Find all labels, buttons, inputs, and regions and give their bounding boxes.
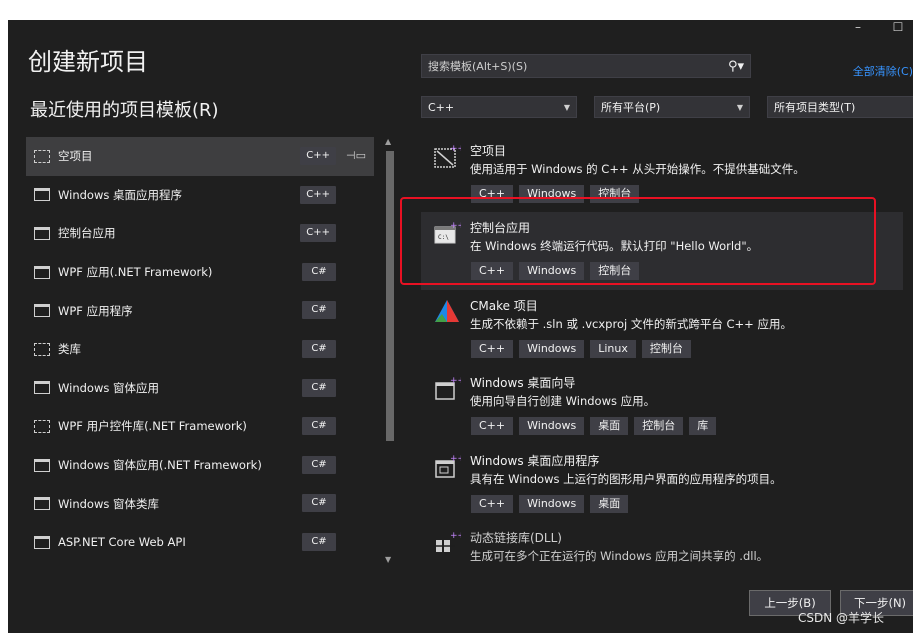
template-item[interactable]: ++ Windows 桌面向导 使用向导自行创建 Windows 应用。 C++… [421, 367, 903, 444]
language-badge: C# [302, 301, 336, 320]
dll-icon: ++ [434, 531, 461, 552]
chevron-down-icon: ▼ [563, 102, 570, 112]
clear-all-link[interactable]: 全部清除(C) [853, 63, 913, 79]
project-type-filter[interactable]: 所有项目类型(T) [767, 96, 913, 118]
pin-icon[interactable]: ⊣▭ [346, 149, 366, 162]
list-item[interactable]: 控制台应用 C++ [26, 214, 374, 253]
tag: 桌面 [590, 494, 629, 513]
tag: C++ [471, 494, 514, 513]
wpf-app-icon [34, 304, 50, 318]
scroll-up-icon[interactable]: ▲ [385, 137, 391, 146]
watermark: CSDN @羊学长 [798, 611, 885, 625]
class-library-icon [34, 342, 50, 356]
windows-forms-library-icon [34, 497, 50, 511]
search-placeholder: 搜索模板(Alt+S)(S) [428, 60, 528, 73]
highlight-annotation [400, 197, 876, 285]
platform-filter[interactable]: 所有平台(P) ▼ [594, 96, 750, 118]
cmake-icon [435, 299, 459, 322]
scrollbar-thumb[interactable] [386, 151, 394, 441]
template-item[interactable]: ++ Windows 桌面应用程序 具有在 Windows 上运行的图形用户界面… [421, 445, 903, 522]
language-badge: C# [302, 494, 336, 513]
list-item[interactable]: 类库 C# [26, 330, 374, 369]
language-badge: C# [302, 417, 336, 436]
list-item[interactable]: Windows 窗体应用 C# [26, 369, 374, 408]
language-badge: C++ [300, 224, 336, 243]
tag-list: C++ Windows 桌面 控制台 库 [471, 417, 717, 436]
windows-desktop-icon [34, 188, 50, 202]
tag: 控制台 [641, 339, 691, 358]
search-input[interactable]: 搜索模板(Alt+S)(S) ⚲▾ [421, 54, 751, 78]
web-api-icon [34, 535, 50, 549]
svg-text:++: ++ [450, 454, 461, 464]
tag: 库 [689, 417, 717, 436]
empty-project-icon: ++ [434, 144, 461, 168]
windows-forms-icon [34, 458, 50, 472]
tag: C++ [471, 417, 514, 436]
tag-list: C++ Windows Linux 控制台 [471, 339, 691, 358]
svg-text:++: ++ [450, 531, 461, 541]
language-badge: C# [302, 532, 336, 551]
page-title: 创建新项目 [28, 48, 148, 76]
windows-desktop-icon: ++ [435, 454, 461, 478]
language-badge: C# [302, 339, 336, 358]
svg-text:++: ++ [450, 376, 461, 386]
windows-forms-icon [34, 381, 50, 395]
create-project-window: – ☐ 创建新项目 最近使用的项目模板(R) 搜索模板(Alt+S)(S) ⚲▾… [8, 20, 913, 633]
list-item[interactable]: Windows 窗体类库 C# [26, 484, 374, 523]
tag-list: C++ Windows 桌面 [471, 494, 629, 513]
language-badge: C# [302, 262, 336, 281]
list-item[interactable]: ASP.NET Core Web API C# [26, 523, 374, 562]
list-item[interactable]: Windows 桌面应用程序 C++ [26, 176, 374, 215]
template-item[interactable]: CMake 项目 生成不依赖于 .sln 或 .vcxproj 文件的新式跨平台… [421, 290, 903, 367]
list-item[interactable]: Windows 窗体应用(.NET Framework) C# [26, 446, 374, 485]
recent-templates-list: 空项目 C++ ⊣▭ Windows 桌面应用程序 C++ 控制台应用 C++ … [26, 137, 374, 562]
wpf-control-library-icon [34, 419, 50, 433]
tag: 桌面 [590, 417, 629, 436]
language-filter[interactable]: C++ ▼ [421, 96, 577, 118]
empty-project-icon [34, 149, 50, 163]
tag: Windows [519, 417, 585, 436]
minimize-button[interactable]: – [851, 20, 865, 38]
tag: Windows [519, 494, 585, 513]
window-controls: – ☐ [851, 20, 905, 38]
console-app-icon [34, 226, 50, 240]
language-badge: C# [302, 455, 336, 474]
svg-text:++: ++ [450, 144, 461, 154]
tag: C++ [471, 339, 514, 358]
recent-templates-heading: 最近使用的项目模板(R) [30, 100, 219, 121]
scroll-down-icon[interactable]: ▼ [385, 555, 391, 564]
chevron-down-icon: ▼ [736, 102, 743, 112]
language-badge: C++ [300, 147, 336, 165]
language-badge: C++ [300, 185, 336, 204]
list-item[interactable]: 空项目 C++ ⊣▭ [26, 137, 374, 176]
tag: Windows [519, 339, 585, 358]
wpf-app-icon [34, 265, 50, 279]
recent-list-scrollbar[interactable]: ▲ ▼ [385, 137, 395, 567]
search-icon[interactable]: ⚲▾ [728, 59, 744, 74]
template-item[interactable]: ++ 动态链接库(DLL) 生成可在多个正在运行的 Windows 应用之间共享… [421, 522, 903, 599]
desktop-wizard-icon: ++ [435, 376, 461, 400]
list-item[interactable]: WPF 用户控件库(.NET Framework) C# [26, 407, 374, 446]
list-item[interactable]: WPF 应用(.NET Framework) C# [26, 253, 374, 292]
tag: Linux [590, 339, 636, 358]
language-badge: C# [302, 378, 336, 397]
list-item[interactable]: WPF 应用程序 C# [26, 291, 374, 330]
tag: 控制台 [634, 417, 684, 436]
maximize-button[interactable]: ☐ [891, 20, 905, 38]
